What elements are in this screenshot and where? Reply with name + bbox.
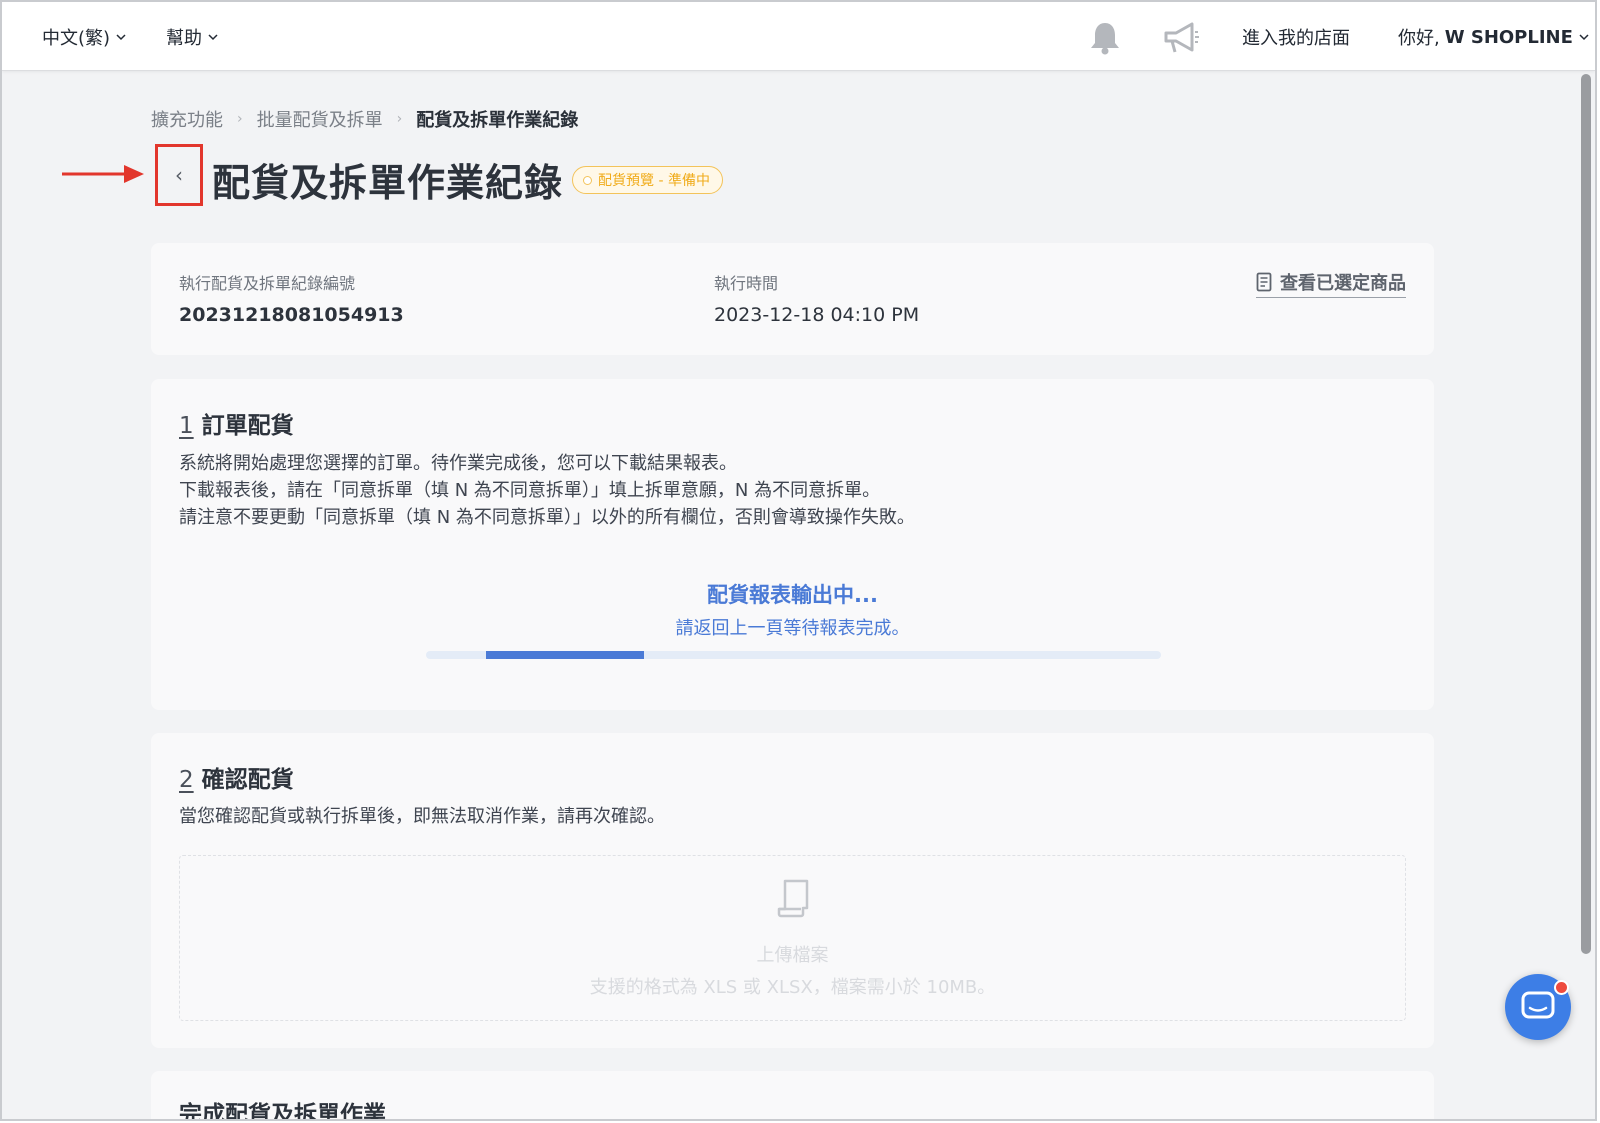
step-order-allocation-card: 1 訂單配貨 系統將開始處理您選擇的訂單。待作業完成後，您可以下載結果報表。 下… <box>151 379 1434 710</box>
page-title: 配貨及拆單作業紀錄 <box>212 161 564 205</box>
status-badge: 配貨預覽 - 準備中 <box>572 166 723 194</box>
breadcrumb-item-current: 配貨及拆單作業紀錄 <box>416 110 579 131</box>
chevron-left-icon: ‹ <box>175 163 183 187</box>
step2-description: 當您確認配貨或執行拆單後，即無法取消作業，請再次確認。 <box>179 806 665 827</box>
notification-bell-icon[interactable] <box>1087 20 1123 56</box>
language-selector[interactable]: 中文(繁) <box>42 24 127 50</box>
view-selected-products-label: 查看已選定商品 <box>1280 273 1406 294</box>
greeting-prefix: 你好, <box>1398 28 1440 49</box>
step-confirm-allocation-card: 2 確認配貨 當您確認配貨或執行拆單後，即無法取消作業，請再次確認。 上傳檔案 … <box>151 733 1434 1048</box>
file-upload-icon <box>777 879 809 918</box>
user-name: W SHOPLINE <box>1444 26 1573 48</box>
execution-time-label: 執行時間 <box>714 274 779 293</box>
step2-title: 2 確認配貨 <box>179 760 294 794</box>
step3-title: 完成配貨及拆單作業 <box>179 1102 386 1121</box>
breadcrumb: 擴充功能 › 批量配貨及拆單 › 配貨及拆單作業紀錄 <box>151 106 578 132</box>
upload-format-hint: 支援的格式為 XLS 或 XLSX，檔案需小於 10MB。 <box>589 977 996 998</box>
step-complete-card: 完成配貨及拆單作業 <box>151 1071 1434 1121</box>
back-button[interactable]: ‹ <box>155 144 203 206</box>
step1-number: 1 <box>179 413 194 439</box>
help-menu[interactable]: 幫助 <box>166 24 219 50</box>
step2-title-label: 確認配貨 <box>201 767 294 793</box>
step1-title-label: 訂單配貨 <box>201 413 294 439</box>
upload-title: 上傳檔案 <box>756 945 829 966</box>
enter-store-label: 進入我的店面 <box>1242 28 1350 49</box>
top-navigation-bar: 中文(繁) 幫助 進入我的店面 你好, W SHOPLINE <box>2 2 1595 71</box>
user-menu[interactable]: 你好, W SHOPLINE <box>1398 24 1590 50</box>
step1-description: 系統將開始處理您選擇的訂單。待作業完成後，您可以下載結果報表。 下載報表後，請在… <box>179 450 915 531</box>
step1-description-line: 請注意不要更動「同意拆單（填 N 為不同意拆單）」以外的所有欄位，否則會導致操作… <box>179 507 915 528</box>
document-list-icon <box>1256 272 1272 292</box>
chat-bubble-icon <box>1521 991 1555 1019</box>
status-dot-icon <box>583 175 592 185</box>
progress-status-hint: 請返回上一頁等待報表完成。 <box>675 618 910 639</box>
breadcrumb-item-bulk-allocation[interactable]: 批量配貨及拆單 <box>257 106 383 132</box>
step2-number: 2 <box>179 767 194 793</box>
enter-store-link[interactable]: 進入我的店面 <box>1242 24 1350 50</box>
help-label: 幫助 <box>166 28 202 49</box>
execution-time-value: 2023-12-18 04:10 PM <box>714 304 920 326</box>
step1-title: 1 訂單配貨 <box>179 406 294 440</box>
record-number-label: 執行配貨及拆單紀錄編號 <box>179 274 356 293</box>
breadcrumb-separator-icon: › <box>396 111 403 127</box>
app-window: 中文(繁) 幫助 進入我的店面 你好, W SHOPLINE 擴充功能 › 批量… <box>0 0 1597 1121</box>
view-selected-products-link[interactable]: 查看已選定商品 <box>1256 269 1406 298</box>
progress-bar <box>426 651 1161 659</box>
progress-bar-fill <box>486 651 645 659</box>
record-number-value: 20231218081054913 <box>179 304 404 326</box>
step1-description-line: 下載報表後，請在「同意拆單（填 N 為不同意拆單）」填上拆單意願，N 為不同意拆… <box>179 480 881 501</box>
progress-status-title: 配貨報表輸出中... <box>707 583 878 607</box>
record-info-card: 執行配貨及拆單紀錄編號 20231218081054913 執行時間 2023-… <box>151 243 1434 355</box>
announcement-megaphone-icon[interactable] <box>1162 20 1200 56</box>
status-badge-label: 配貨預覽 - 準備中 <box>598 173 710 189</box>
chevron-down-icon <box>1579 34 1589 41</box>
live-chat-button[interactable] <box>1505 974 1571 1040</box>
chevron-down-icon <box>208 34 218 41</box>
vertical-scrollbar[interactable] <box>1581 74 1591 954</box>
annotation-arrow-icon <box>62 165 144 183</box>
breadcrumb-item-extensions[interactable]: 擴充功能 <box>151 106 223 132</box>
step1-description-line: 系統將開始處理您選擇的訂單。待作業完成後，您可以下載結果報表。 <box>179 453 737 474</box>
language-label: 中文(繁) <box>42 28 111 49</box>
chevron-down-icon <box>116 34 126 41</box>
file-upload-dropzone[interactable]: 上傳檔案 支援的格式為 XLS 或 XLSX，檔案需小於 10MB。 <box>179 855 1406 1021</box>
breadcrumb-separator-icon: › <box>237 111 243 127</box>
unread-indicator-dot <box>1554 980 1569 995</box>
